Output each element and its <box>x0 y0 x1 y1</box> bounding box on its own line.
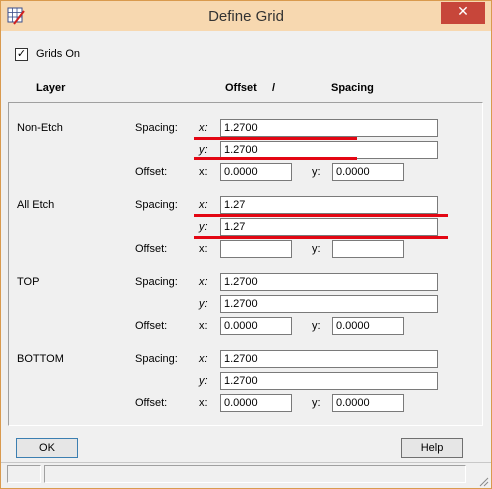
grids-on-label: Grids On <box>36 48 81 60</box>
y-label: y: <box>199 298 208 310</box>
offset-x-input[interactable]: 0.0000 <box>220 394 292 412</box>
spacing-label: Spacing: <box>135 353 178 365</box>
ok-button[interactable]: OK <box>16 438 78 458</box>
x-label: x: <box>199 397 208 409</box>
spacing-label: Spacing: <box>135 199 178 211</box>
spacing-column-header: Spacing <box>331 82 374 94</box>
resize-grip-icon[interactable] <box>477 475 489 487</box>
status-pane <box>44 465 466 483</box>
y-label: y: <box>312 320 321 332</box>
annotation-underline <box>194 214 448 217</box>
spacing-y-input[interactable]: 1.2700 <box>220 372 438 390</box>
offset-y-input[interactable] <box>332 240 404 258</box>
offset-x-input[interactable]: 0.0000 <box>220 317 292 335</box>
spacing-y-input[interactable]: 1.2700 <box>220 295 438 313</box>
offset-x-input[interactable] <box>220 240 292 258</box>
layer-column-header: Layer <box>36 82 66 94</box>
layer-name: BOTTOM <box>17 353 64 365</box>
close-icon: ✕ <box>457 4 469 20</box>
offset-label: Offset: <box>135 243 168 255</box>
x-label: x: <box>199 353 208 365</box>
offset-label: Offset: <box>135 166 168 178</box>
y-label: y: <box>199 221 208 233</box>
spacing-x-input[interactable]: 1.2700 <box>220 273 438 291</box>
close-button[interactable]: ✕ <box>441 2 485 24</box>
x-label: x: <box>199 166 208 178</box>
checkmark-icon: ✓ <box>16 47 27 60</box>
layer-name: Non-Etch <box>17 122 63 134</box>
x-label: x: <box>199 320 208 332</box>
annotation-underline <box>194 236 448 239</box>
spacing-x-input[interactable]: 1.27 <box>220 196 438 214</box>
spacing-y-input[interactable]: 1.27 <box>220 218 438 236</box>
grids-on-checkbox[interactable]: ✓ <box>15 48 28 61</box>
spacing-x-input[interactable]: 1.2700 <box>220 119 438 137</box>
y-label: y: <box>312 243 321 255</box>
status-pane <box>7 465 41 483</box>
spacing-label: Spacing: <box>135 122 178 134</box>
header-separator: / <box>272 82 276 94</box>
window-title: Define Grid <box>208 8 284 25</box>
layer-name: All Etch <box>17 199 55 211</box>
spacing-label: Spacing: <box>135 276 178 288</box>
offset-y-input[interactable]: 0.0000 <box>332 394 404 412</box>
layer-name: TOP <box>17 276 40 288</box>
y-label: y: <box>199 144 208 156</box>
y-label: y: <box>312 397 321 409</box>
y-label: y: <box>312 166 321 178</box>
x-label: x: <box>199 122 208 134</box>
define-grid-window: Define Grid ✕ ✓ Grids On Layer Offset / … <box>0 0 492 489</box>
x-label: x: <box>199 276 208 288</box>
offset-y-input[interactable]: 0.0000 <box>332 163 404 181</box>
offset-y-input[interactable]: 0.0000 <box>332 317 404 335</box>
title-bar[interactable]: Define Grid ✕ <box>1 1 491 31</box>
annotation-underline <box>194 137 357 140</box>
offset-label: Offset: <box>135 397 168 409</box>
help-button[interactable]: Help <box>401 438 463 458</box>
annotation-underline <box>194 157 357 160</box>
offset-x-input[interactable]: 0.0000 <box>220 163 292 181</box>
offset-column-header: Offset <box>225 82 257 94</box>
status-bar <box>1 462 491 489</box>
x-label: x: <box>199 199 208 211</box>
offset-label: Offset: <box>135 320 168 332</box>
spacing-x-input[interactable]: 1.2700 <box>220 350 438 368</box>
y-label: y: <box>199 375 208 387</box>
x-label: x: <box>199 243 208 255</box>
